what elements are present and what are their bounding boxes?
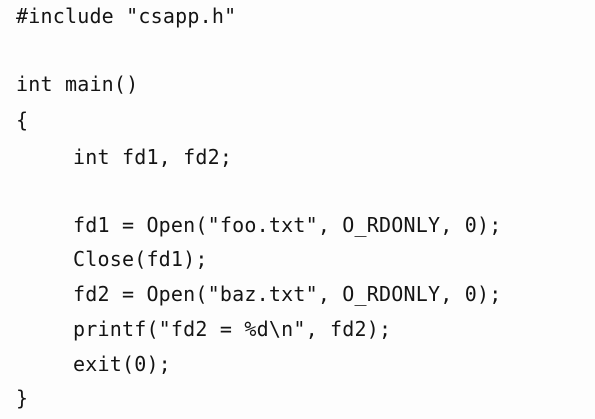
code-listing: #include "csapp.h" int main() { int fd1,… [0,0,595,419]
code-line-open-foo: fd1 = Open("foo.txt", O_RDONLY, 0); [73,213,502,237]
code-line-exit: exit(0); [73,352,171,376]
code-line-printf: printf("fd2 = %d\n", fd2); [73,317,392,341]
code-line-close-fd1: Close(fd1); [73,247,208,271]
code-line-open-brace: { [16,108,29,132]
code-line-include: #include "csapp.h" [16,4,237,28]
code-line-open-baz: fd2 = Open("baz.txt", O_RDONLY, 0); [73,282,502,306]
code-line-main-signature: int main() [16,72,139,96]
code-line-declarations: int fd1, fd2; [73,145,233,169]
code-line-close-brace: } [16,386,29,410]
